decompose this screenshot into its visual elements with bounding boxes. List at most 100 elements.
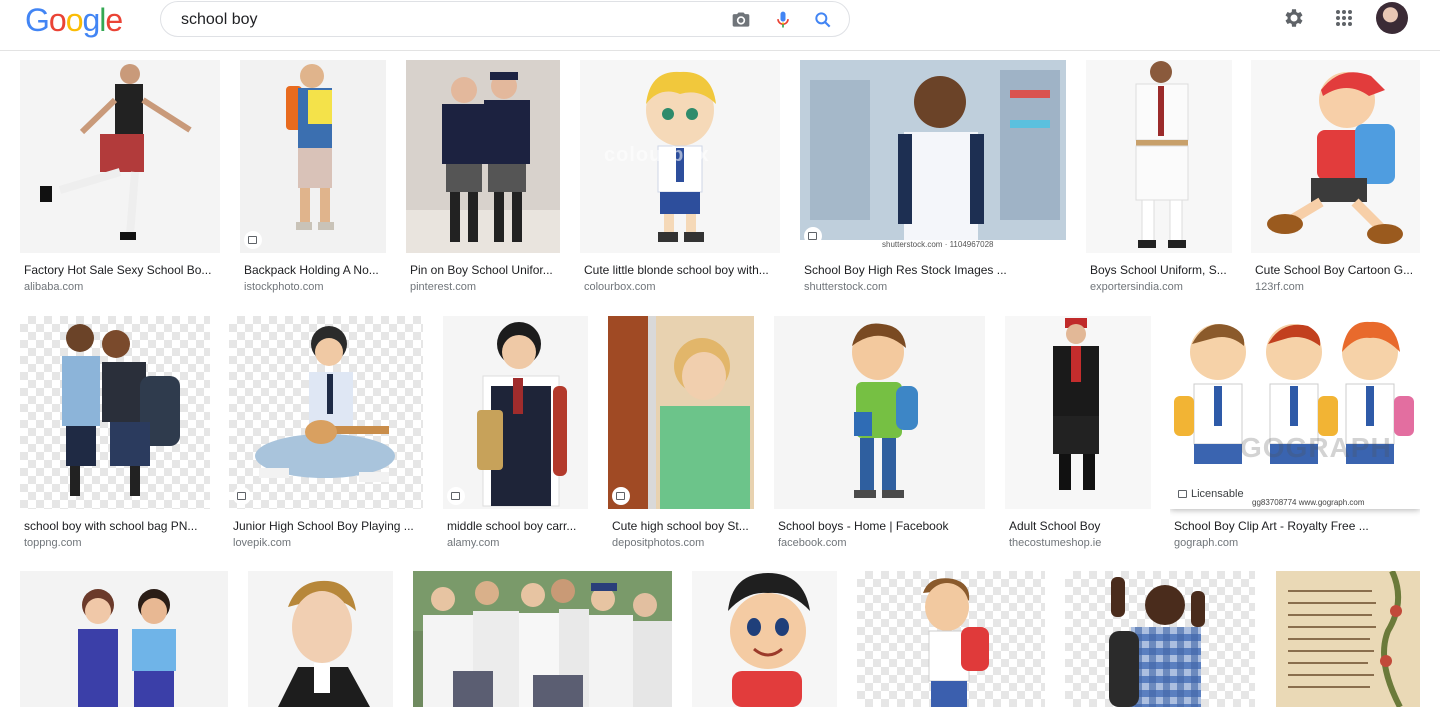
two-kids-uniforms-photo <box>78 589 176 707</box>
image-badge <box>233 487 251 505</box>
result-source[interactable]: shutterstock.com <box>804 280 1062 294</box>
result-source[interactable]: istockphoto.com <box>244 280 382 294</box>
image-icon <box>616 492 625 500</box>
result-source[interactable]: alamy.com <box>447 536 584 550</box>
result-caption[interactable]: School Boy Clip Art - Royalty Free ... <box>1174 518 1416 534</box>
result-source[interactable]: pinterest.com <box>410 280 556 294</box>
result-source[interactable]: 123rf.com <box>1255 280 1416 294</box>
cartoon-boy-red-bag <box>728 573 810 707</box>
result-source[interactable]: exportersindia.com <box>1090 280 1228 294</box>
result-caption[interactable]: school boy with school bag PN... <box>24 518 206 534</box>
image-badge <box>804 227 822 245</box>
result-thumbnail[interactable] <box>1086 60 1232 253</box>
result-thumbnail[interactable] <box>608 316 754 509</box>
camera-icon[interactable] <box>731 10 751 30</box>
result-tile[interactable] <box>1276 571 1420 707</box>
result-tile[interactable]: Factory Hot Sale Sexy School Bo... aliba… <box>20 60 220 300</box>
result-tile[interactable]: colourbox Cute little blonde school boy … <box>580 60 780 300</box>
result-thumbnail[interactable] <box>20 571 228 707</box>
boy-ukulele-photo <box>255 326 395 482</box>
result-tile[interactable] <box>413 571 672 707</box>
result-thumbnail[interactable] <box>240 60 386 253</box>
result-tile[interactable]: Cute School Boy Cartoon G... 123rf.com <box>1251 60 1420 300</box>
result-thumbnail[interactable] <box>1065 571 1255 707</box>
result-source[interactable]: lovepik.com <box>233 536 419 550</box>
result-caption[interactable]: Cute high school boy St... <box>612 518 750 534</box>
result-tile[interactable] <box>857 571 1045 707</box>
result-thumbnail[interactable] <box>774 316 985 509</box>
result-caption[interactable]: Cute little blonde school boy with... <box>584 262 776 278</box>
result-source[interactable]: alibaba.com <box>24 280 216 294</box>
result-tile[interactable]: school boy with school bag PN... toppng.… <box>20 316 210 556</box>
result-source[interactable]: thecostumeshop.ie <box>1009 536 1147 550</box>
result-tile[interactable]: Adult School Boy thecostumeshop.ie <box>1005 316 1151 556</box>
result-thumbnail[interactable] <box>1005 316 1151 509</box>
search-input[interactable] <box>181 9 721 31</box>
result-caption[interactable]: Cute School Boy Cartoon G... <box>1255 262 1416 278</box>
result-caption[interactable]: Factory Hot Sale Sexy School Bo... <box>24 262 216 278</box>
result-caption[interactable]: Boys School Uniform, S... <box>1090 262 1228 278</box>
apps-grid-icon[interactable] <box>1332 6 1356 30</box>
top-bar: Google <box>0 0 1440 51</box>
result-tile[interactable]: School boys - Home | Facebook facebook.c… <box>774 316 985 556</box>
result-tile[interactable]: GOGRAPH gg83708774 www.gograph.com Licen… <box>1170 316 1420 556</box>
adult-school-boy-costume <box>1053 318 1099 490</box>
result-tile[interactable]: middle school boy carr... alamy.com <box>443 316 588 556</box>
result-caption[interactable]: School Boy High Res Stock Images ... <box>804 262 1062 278</box>
result-thumbnail[interactable] <box>1251 60 1420 253</box>
result-tile[interactable]: shutterstock.com · 1104967028 School Boy… <box>800 60 1066 300</box>
three-kids-clipart <box>1174 321 1414 464</box>
result-tile[interactable]: Pin on Boy School Unifor... pinterest.co… <box>406 60 560 300</box>
mic-icon[interactable] <box>773 10 793 30</box>
result-tile[interactable] <box>20 571 228 707</box>
search-icon[interactable] <box>813 10 833 30</box>
result-tile[interactable] <box>692 571 837 707</box>
result-thumbnail[interactable] <box>20 60 220 253</box>
result-caption[interactable]: middle school boy carr... <box>447 518 584 534</box>
image-icon <box>237 492 246 500</box>
result-tile[interactable] <box>248 571 393 707</box>
cartoon-boy-walking <box>923 578 989 707</box>
result-thumbnail[interactable] <box>229 316 423 509</box>
image-icon <box>808 232 817 240</box>
result-source[interactable]: toppng.com <box>24 536 206 550</box>
result-caption[interactable]: Backpack Holding A No... <box>244 262 382 278</box>
result-thumbnail[interactable] <box>1276 571 1420 707</box>
result-caption[interactable]: Junior High School Boy Playing ... <box>233 518 419 534</box>
google-logo[interactable]: Google <box>25 2 123 38</box>
account-avatar[interactable] <box>1376 2 1408 34</box>
result-source[interactable]: gograph.com <box>1174 536 1416 550</box>
result-tile[interactable]: Backpack Holding A No... istockphoto.com <box>240 60 386 300</box>
result-thumbnail[interactable] <box>857 571 1045 707</box>
boy-blazer-portrait <box>278 580 370 707</box>
cartoon-boy-green-shirt <box>852 323 918 498</box>
image-watermark: gg83708774 www.gograph.com <box>1252 498 1365 507</box>
result-tile[interactable]: Cute high school boy St... depositphotos… <box>608 316 754 556</box>
result-thumbnail[interactable]: shutterstock.com · 1104967028 <box>800 60 1066 253</box>
result-thumbnail[interactable] <box>443 316 588 509</box>
result-source[interactable]: facebook.com <box>778 536 981 550</box>
image-icon <box>451 492 460 500</box>
result-thumbnail[interactable]: colourbox <box>580 60 780 253</box>
image-badge <box>612 487 630 505</box>
result-source[interactable]: colourbox.com <box>584 280 776 294</box>
result-tile[interactable]: Junior High School Boy Playing ... lovep… <box>229 316 423 556</box>
boy-at-door-photo <box>608 316 754 509</box>
boy-uniform-photo <box>40 64 192 240</box>
result-thumbnail[interactable] <box>692 571 837 707</box>
result-thumbnail[interactable] <box>406 60 560 253</box>
image-badge <box>244 231 262 249</box>
result-tile[interactable]: Boys School Uniform, S... exportersindia… <box>1086 60 1232 300</box>
result-caption[interactable]: Pin on Boy School Unifor... <box>410 262 556 278</box>
result-thumbnail[interactable] <box>413 571 672 707</box>
result-source[interactable]: depositphotos.com <box>612 536 750 550</box>
result-caption[interactable]: School boys - Home | Facebook <box>778 518 981 534</box>
result-thumbnail[interactable] <box>20 316 210 509</box>
result-thumbnail[interactable]: GOGRAPH gg83708774 www.gograph.com Licen… <box>1170 316 1420 509</box>
result-caption[interactable]: Adult School Boy <box>1009 518 1147 534</box>
result-tile[interactable] <box>1065 571 1255 707</box>
result-thumbnail[interactable] <box>248 571 393 707</box>
licensable-badge[interactable]: Licensable <box>1174 485 1248 503</box>
gear-icon[interactable] <box>1282 6 1306 30</box>
image-watermark: GOGRAPH <box>1240 432 1392 463</box>
